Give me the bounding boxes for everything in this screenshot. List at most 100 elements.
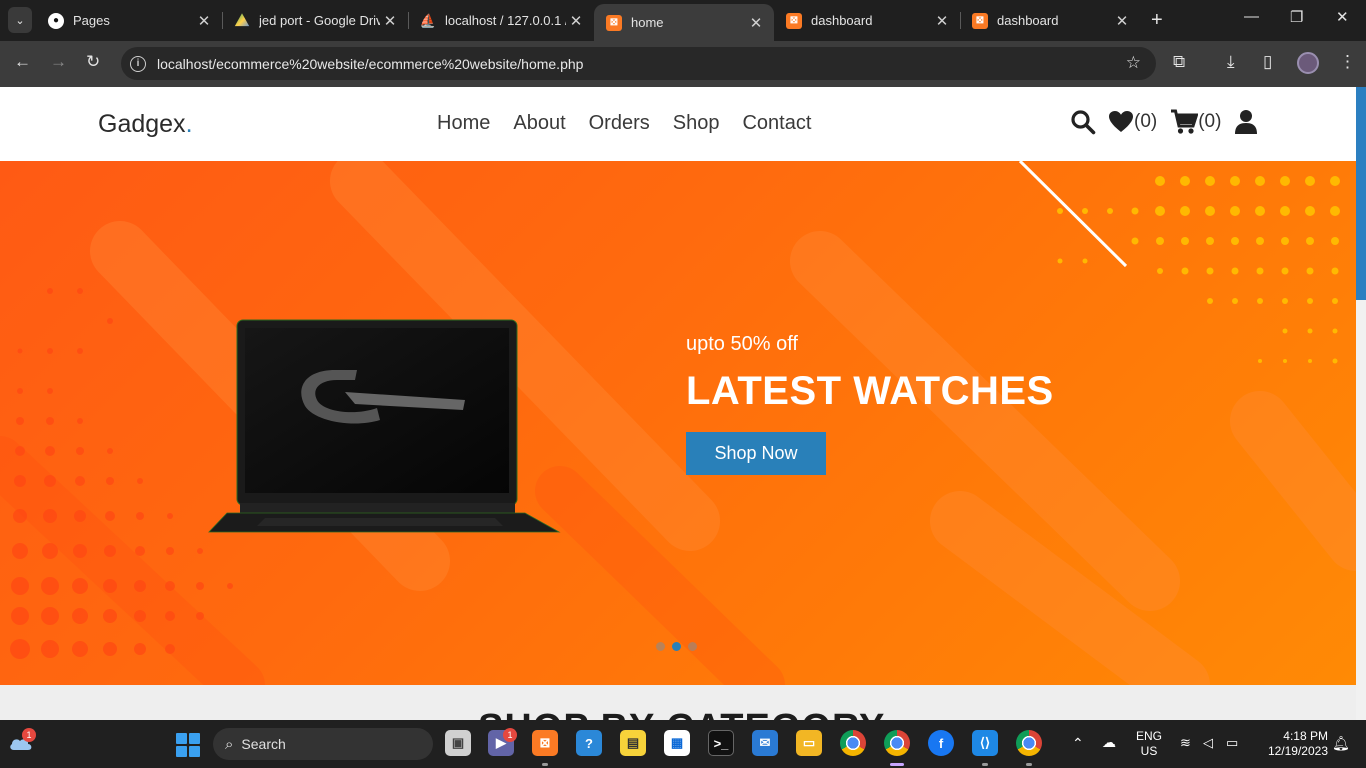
profile-avatar[interactable] <box>1297 52 1319 74</box>
windows-taskbar: 1 ⌕ Search ▣ ▶ 1 ⊠ ? ▤ ▦ >_ ✉ ▭ f ⟨⟩ ⌃ ☁… <box>0 720 1366 768</box>
chrome-active-icon[interactable] <box>884 730 910 756</box>
close-icon[interactable]: ✕ <box>1112 12 1132 30</box>
browser-toolbar: ← → ↻ i localhost/ecommerce%20website/ec… <box>0 41 1366 87</box>
store-icon[interactable]: ▦ <box>664 730 690 756</box>
mail-icon[interactable]: ✉ <box>752 730 778 756</box>
nav-home[interactable]: Home <box>437 112 490 135</box>
reload-icon[interactable]: ↻ <box>86 52 100 72</box>
clock-time: 4:18 PM <box>1283 729 1328 743</box>
taskbar-search[interactable]: ⌕ Search <box>213 728 433 760</box>
language-indicator[interactable]: ENG US <box>1136 729 1162 759</box>
lang-line-1: ENG <box>1136 729 1163 743</box>
window-close-icon[interactable]: ✕ <box>1336 8 1349 26</box>
xampp-icon: ⊠ <box>972 12 988 29</box>
help-icon[interactable]: ? <box>576 730 602 756</box>
volume-icon[interactable]: ◁ <box>1203 735 1213 751</box>
nav-contact[interactable]: Contact <box>742 112 811 135</box>
user-icon[interactable] <box>1234 109 1258 135</box>
running-indicator <box>1026 763 1032 766</box>
address-bar[interactable]: i localhost/ecommerce%20website/ecommerc… <box>121 47 1156 80</box>
nav-about[interactable]: About <box>513 112 565 135</box>
bookmark-star-icon[interactable]: ☆ <box>1126 53 1141 73</box>
wifi-icon[interactable]: ≋ <box>1180 735 1191 751</box>
section-heading: SHOP BY CATEGORY <box>478 707 885 720</box>
start-button[interactable] <box>176 733 200 757</box>
wishlist-count: (0) <box>1134 111 1158 132</box>
file-explorer-icon[interactable]: ▭ <box>796 730 822 756</box>
search-icon: ⌕ <box>225 735 234 753</box>
chrome-profile-icon[interactable] <box>1016 730 1042 756</box>
tab-home[interactable]: ⊠ home ✕ <box>594 4 774 41</box>
laptop-image <box>208 319 561 533</box>
download-icon[interactable]: ⤓ <box>1227 52 1235 72</box>
google-drive-icon <box>234 13 250 27</box>
active-indicator <box>890 763 904 766</box>
slider-dot[interactable] <box>688 642 697 651</box>
tab-search-button[interactable]: ⌄ <box>8 7 32 33</box>
clock-date: 12/19/2023 <box>1267 744 1328 758</box>
xampp-icon: ⊠ <box>606 14 622 31</box>
main-nav: Home About Orders Shop Contact <box>437 112 811 135</box>
tab-phpmyadmin[interactable]: ⛵ localhost / 127.0.0.1 / ✕ <box>408 4 594 37</box>
browser-tab-strip: ⌄ ● Pages ✕ jed port - Google Drive ✕ ⛵ … <box>0 0 1366 41</box>
side-panel-icon[interactable]: ▯ <box>1263 52 1272 72</box>
nav-shop[interactable]: Shop <box>673 112 720 135</box>
close-icon[interactable]: ✕ <box>566 12 586 30</box>
running-indicator <box>982 763 988 766</box>
tab-pages[interactable]: ● Pages ✕ <box>36 4 222 37</box>
site-header: Gadgex. Home About Orders Shop Contact (… <box>0 87 1356 161</box>
cart-link[interactable]: (0) <box>1170 109 1221 135</box>
page-scrollbar-thumb[interactable] <box>1356 87 1366 300</box>
weather-badge: 1 <box>22 728 36 742</box>
slider-dot-active[interactable] <box>672 642 681 651</box>
phpmyadmin-icon: ⛵ <box>419 12 437 28</box>
tab-title: localhost / 127.0.0.1 / <box>445 13 566 28</box>
tab-title: jed port - Google Drive <box>259 13 380 28</box>
clock[interactable]: 4:18 PM 12/19/2023 <box>1256 729 1328 759</box>
menu-kebab-icon[interactable]: ⋮ <box>1339 52 1356 72</box>
tab-dashboard[interactable]: ⊠ dashboard ✕ <box>774 4 960 37</box>
close-icon[interactable]: ✕ <box>932 12 952 30</box>
nav-orders[interactable]: Orders <box>589 112 650 135</box>
search-icon[interactable] <box>1070 109 1096 135</box>
xampp-icon[interactable]: ⊠ <box>532 730 558 756</box>
teams-badge: 1 <box>503 728 517 742</box>
task-view-icon[interactable]: ▣ <box>445 730 471 756</box>
tab-title: home <box>631 15 664 30</box>
taskbar-search-label: Search <box>241 736 286 752</box>
header-icons: (0) (0) <box>1070 109 1258 135</box>
back-arrow-icon[interactable]: ← <box>14 52 31 72</box>
site-info-icon[interactable]: i <box>130 55 146 72</box>
url-text[interactable]: localhost/ecommerce%20website/ecommerce%… <box>157 56 583 72</box>
running-indicator <box>542 763 548 766</box>
hero-title: LATEST WATCHES <box>686 369 1054 413</box>
wishlist-link[interactable]: (0) <box>1108 110 1157 134</box>
tray-overflow-icon[interactable]: ⌃ <box>1072 735 1084 752</box>
tab-title: dashboard <box>997 13 1059 28</box>
close-icon[interactable]: ✕ <box>194 12 214 30</box>
notification-bell-icon[interactable]: 🔔︎ <box>1332 735 1350 752</box>
close-icon[interactable]: ✕ <box>746 14 766 32</box>
sticky-notes-icon[interactable]: ▤ <box>620 730 646 756</box>
new-tab-icon[interactable]: + <box>1151 9 1163 32</box>
chrome-icon[interactable] <box>840 730 866 756</box>
facebook-icon[interactable]: f <box>928 730 954 756</box>
slider-pagination <box>656 642 697 651</box>
terminal-icon[interactable]: >_ <box>708 730 734 756</box>
forward-arrow-icon[interactable]: → <box>50 52 67 72</box>
tab-dashboard-2[interactable]: ⊠ dashboard ✕ <box>960 4 1140 37</box>
tab-google-drive[interactable]: jed port - Google Drive ✕ <box>222 4 408 37</box>
restore-icon[interactable]: ❐ <box>1290 8 1303 26</box>
slider-dot[interactable] <box>656 642 665 651</box>
extensions-icon[interactable]: ⧉ <box>1173 52 1185 72</box>
battery-icon[interactable]: ▭ <box>1226 735 1238 751</box>
minimize-icon[interactable]: — <box>1244 8 1259 25</box>
onedrive-icon[interactable]: ☁ <box>1102 734 1116 751</box>
logo-dot: . <box>185 110 193 138</box>
close-icon[interactable]: ✕ <box>380 12 400 30</box>
vscode-icon[interactable]: ⟨⟩ <box>972 730 998 756</box>
site-logo[interactable]: Gadgex. <box>98 110 193 139</box>
cart-count: (0) <box>1198 111 1222 132</box>
xampp-icon: ⊠ <box>786 12 802 29</box>
shop-now-button[interactable]: Shop Now <box>686 432 826 475</box>
